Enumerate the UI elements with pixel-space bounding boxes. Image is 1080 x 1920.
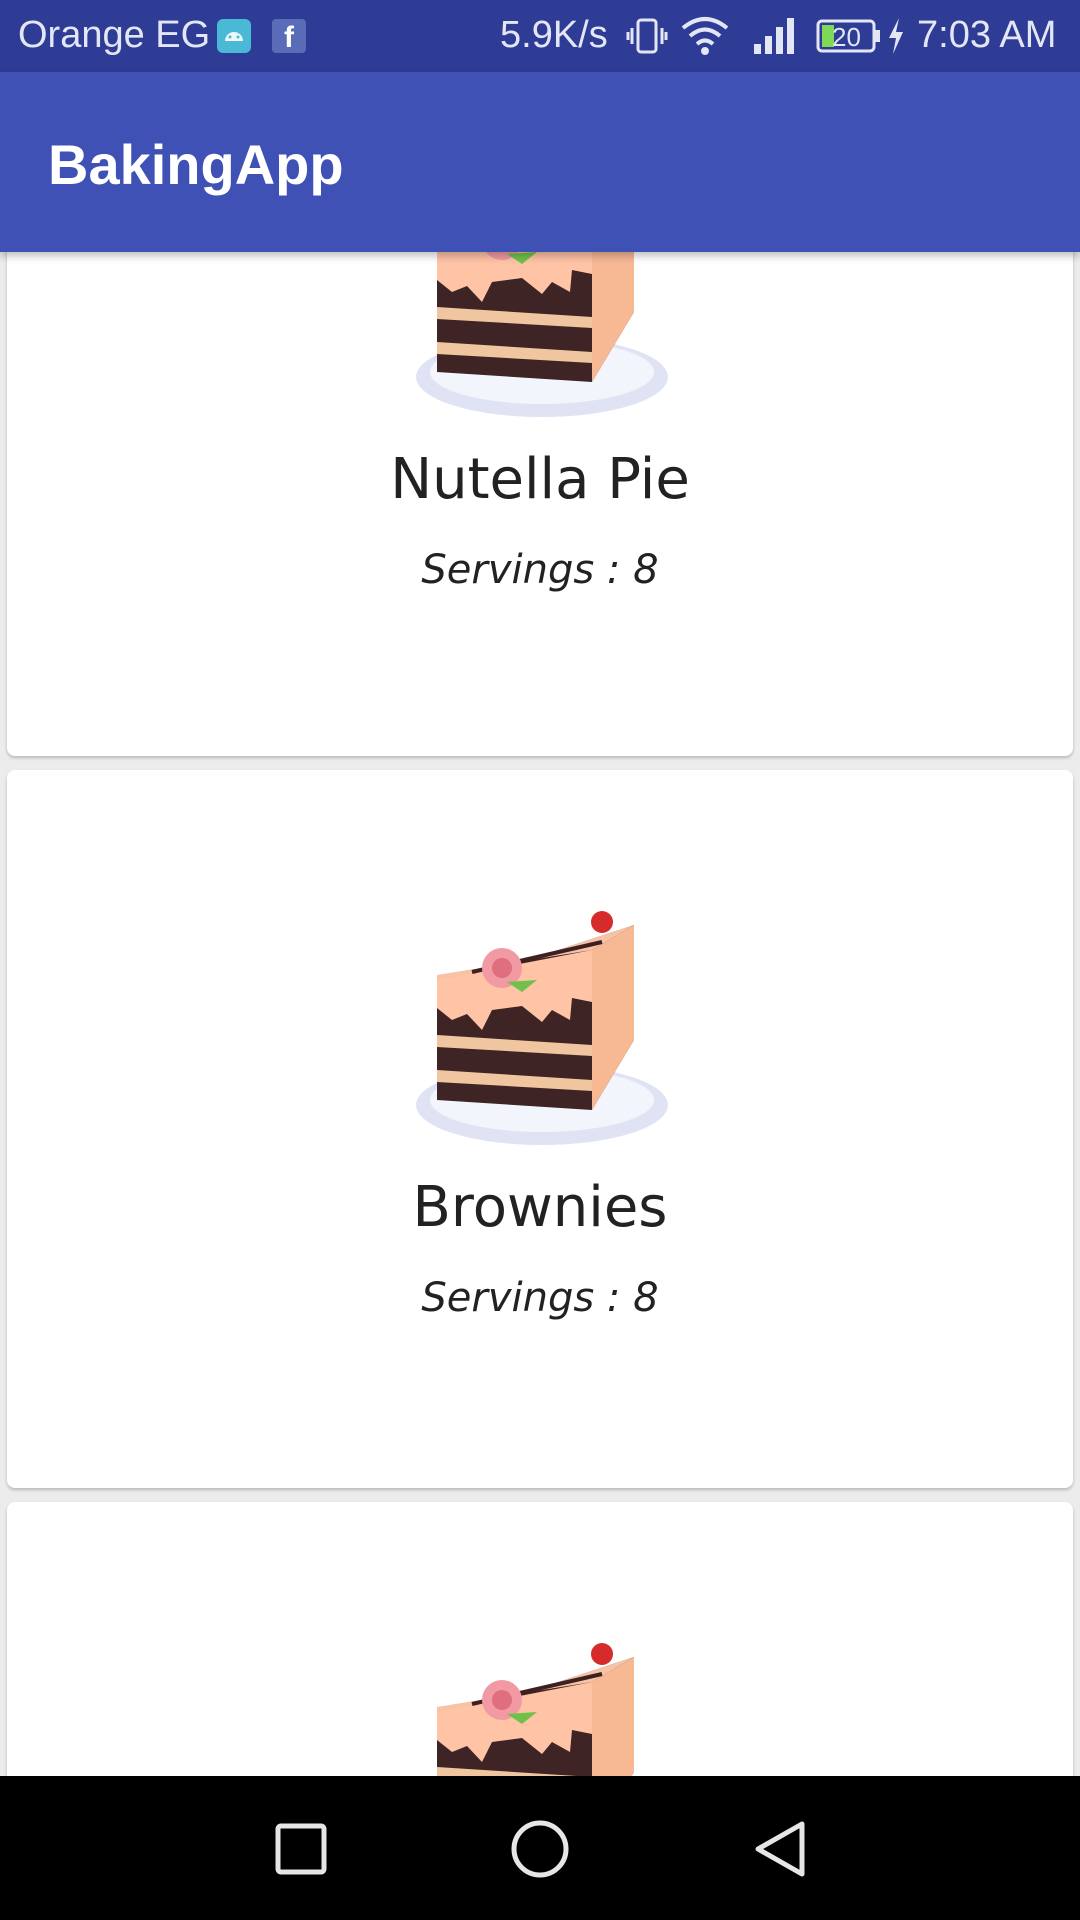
back-button[interactable]	[742, 1806, 818, 1895]
recipe-list[interactable]: Nutella Pie Servings : 8 Brownies Servin…	[0, 252, 1080, 1776]
recipe-card[interactable]: Brownies Servings : 8	[7, 770, 1073, 1488]
wifi-icon	[680, 14, 730, 66]
app-bar: BakingApp	[0, 72, 1080, 252]
recipe-name: Brownies	[412, 1175, 668, 1240]
network-speed: 5.9K/s	[500, 14, 608, 56]
navigation-bar	[0, 1776, 1080, 1920]
recipe-name: Nutella Pie	[390, 447, 690, 512]
recents-button[interactable]	[262, 1806, 338, 1895]
recipe-servings: Servings : 8	[421, 547, 659, 593]
clock: 7:03 AM	[917, 14, 1057, 56]
recipe-servings: Servings : 8	[421, 1275, 659, 1321]
status-bar: Orange EG f 5.9K/s 20 7:03 AM	[0, 0, 1080, 72]
cake-image	[412, 910, 672, 1150]
carrier-name: Orange EG	[18, 14, 211, 56]
android-notification-icon	[217, 19, 251, 53]
cake-image	[412, 252, 672, 422]
recipe-card[interactable]: Nutella Pie Servings : 8	[7, 252, 1073, 756]
vibrate-icon	[626, 16, 668, 66]
recipe-card[interactable]	[7, 1502, 1073, 1776]
home-button[interactable]	[502, 1806, 578, 1895]
signal-icon	[752, 16, 798, 66]
app-title: BakingApp	[48, 133, 344, 196]
battery-level: 20	[832, 22, 861, 52]
charging-icon	[886, 16, 906, 66]
cake-image	[412, 1642, 672, 1776]
facebook-notification-icon: f	[272, 19, 306, 54]
